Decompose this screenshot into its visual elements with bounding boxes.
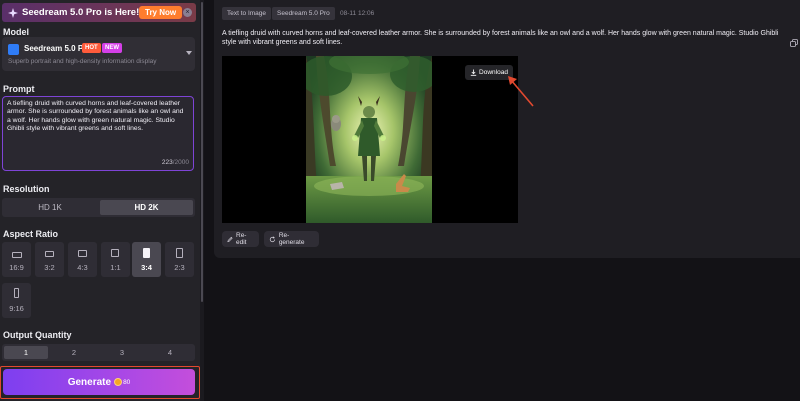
settings-panel: Seedream 5.0 Pro is Here! Try Now × Mode… (0, 0, 204, 401)
generate-button[interactable]: Generate 80 (3, 369, 195, 395)
annotation-arrow (508, 76, 534, 107)
ratio-3-4-icon (143, 248, 150, 258)
prompt-input[interactable]: A tiefling druid with curved horns and l… (2, 96, 194, 171)
ratio-16-9-icon (12, 252, 22, 258)
resolution-toggle: HD 1K HD 2K (2, 198, 195, 217)
sparkle-icon (8, 7, 18, 18)
resolution-option-hd1k[interactable]: HD 1K (4, 200, 96, 215)
hot-badge: HOT (82, 43, 101, 53)
download-label: Download (479, 69, 508, 76)
download-icon (470, 69, 477, 76)
model-logo-icon (8, 44, 19, 55)
ratio-16-9[interactable]: 16:9 (2, 242, 31, 277)
ratio-3-2-icon (45, 251, 54, 257)
ratio-4-3[interactable]: 4:3 (68, 242, 97, 277)
result-prompt-text: A tiefling druid with curved horns and l… (222, 30, 779, 46)
generated-image[interactable] (306, 56, 432, 223)
model-select[interactable]: Seedream 5.0 Pro HOT NEW Superb portrait… (2, 37, 195, 71)
ratio-3-2[interactable]: 3:2 (35, 242, 64, 277)
new-badge: NEW (102, 43, 122, 53)
ratio-4-3-icon (78, 250, 87, 257)
quantity-option-1[interactable]: 1 (4, 346, 48, 359)
generate-cost: 80 (123, 378, 131, 386)
refresh-icon (269, 235, 275, 242)
promo-banner[interactable]: Seedream 5.0 Pro is Here! Try Now × (2, 3, 196, 22)
close-icon[interactable]: × (183, 8, 192, 17)
prompt-label: Prompt (3, 84, 35, 94)
ratio-1-1-icon (111, 249, 119, 257)
ratio-1-1[interactable]: 1:1 (101, 242, 130, 277)
quantity-toggle: 1 2 3 4 (2, 344, 195, 361)
re-generate-button[interactable]: Re-generate (264, 231, 319, 247)
settings-scrollbar-thumb[interactable] (201, 2, 203, 302)
copy-icon[interactable] (790, 39, 798, 47)
ratio-3-4[interactable]: 3:4 (132, 242, 161, 277)
tag-text-to-image: Text to Image (222, 7, 272, 20)
prompt-text[interactable]: A tiefling druid with curved horns and l… (7, 100, 189, 134)
generate-label: Generate (67, 376, 112, 388)
result-date: 08-11 12:06 (340, 10, 375, 17)
resolution-label: Resolution (3, 184, 50, 194)
banner-title: Seedream 5.0 Pro is Here! (22, 7, 140, 18)
ratio-9-16-icon (14, 288, 19, 298)
chevron-down-icon[interactable] (186, 51, 192, 55)
re-edit-button[interactable]: Re-edit (222, 231, 259, 247)
tag-model: Seedream 5.0 Pro (272, 7, 335, 20)
model-description: Superb portrait and high-density informa… (8, 58, 157, 65)
re-generate-label: Re-generate (278, 232, 305, 246)
quantity-option-4[interactable]: 4 (148, 346, 192, 359)
prompt-char-count: 223/2000 (161, 159, 189, 166)
coin-icon (114, 378, 123, 386)
re-edit-label: Re-edit (236, 232, 247, 246)
model-label: Model (3, 27, 29, 37)
ratio-2-3[interactable]: 2:3 (165, 242, 194, 277)
quantity-option-2[interactable]: 2 (52, 346, 96, 359)
try-now-button[interactable]: Try Now (139, 6, 183, 19)
resolution-option-hd2k[interactable]: HD 2K (100, 200, 193, 215)
edit-icon (227, 236, 233, 242)
aspect-ratio-label: Aspect Ratio (3, 229, 59, 239)
ratio-9-16[interactable]: 9:16 (2, 283, 31, 318)
output-quantity-label: Output Quantity (3, 330, 72, 340)
quantity-option-3[interactable]: 3 (100, 346, 144, 359)
ratio-2-3-icon (176, 248, 183, 258)
